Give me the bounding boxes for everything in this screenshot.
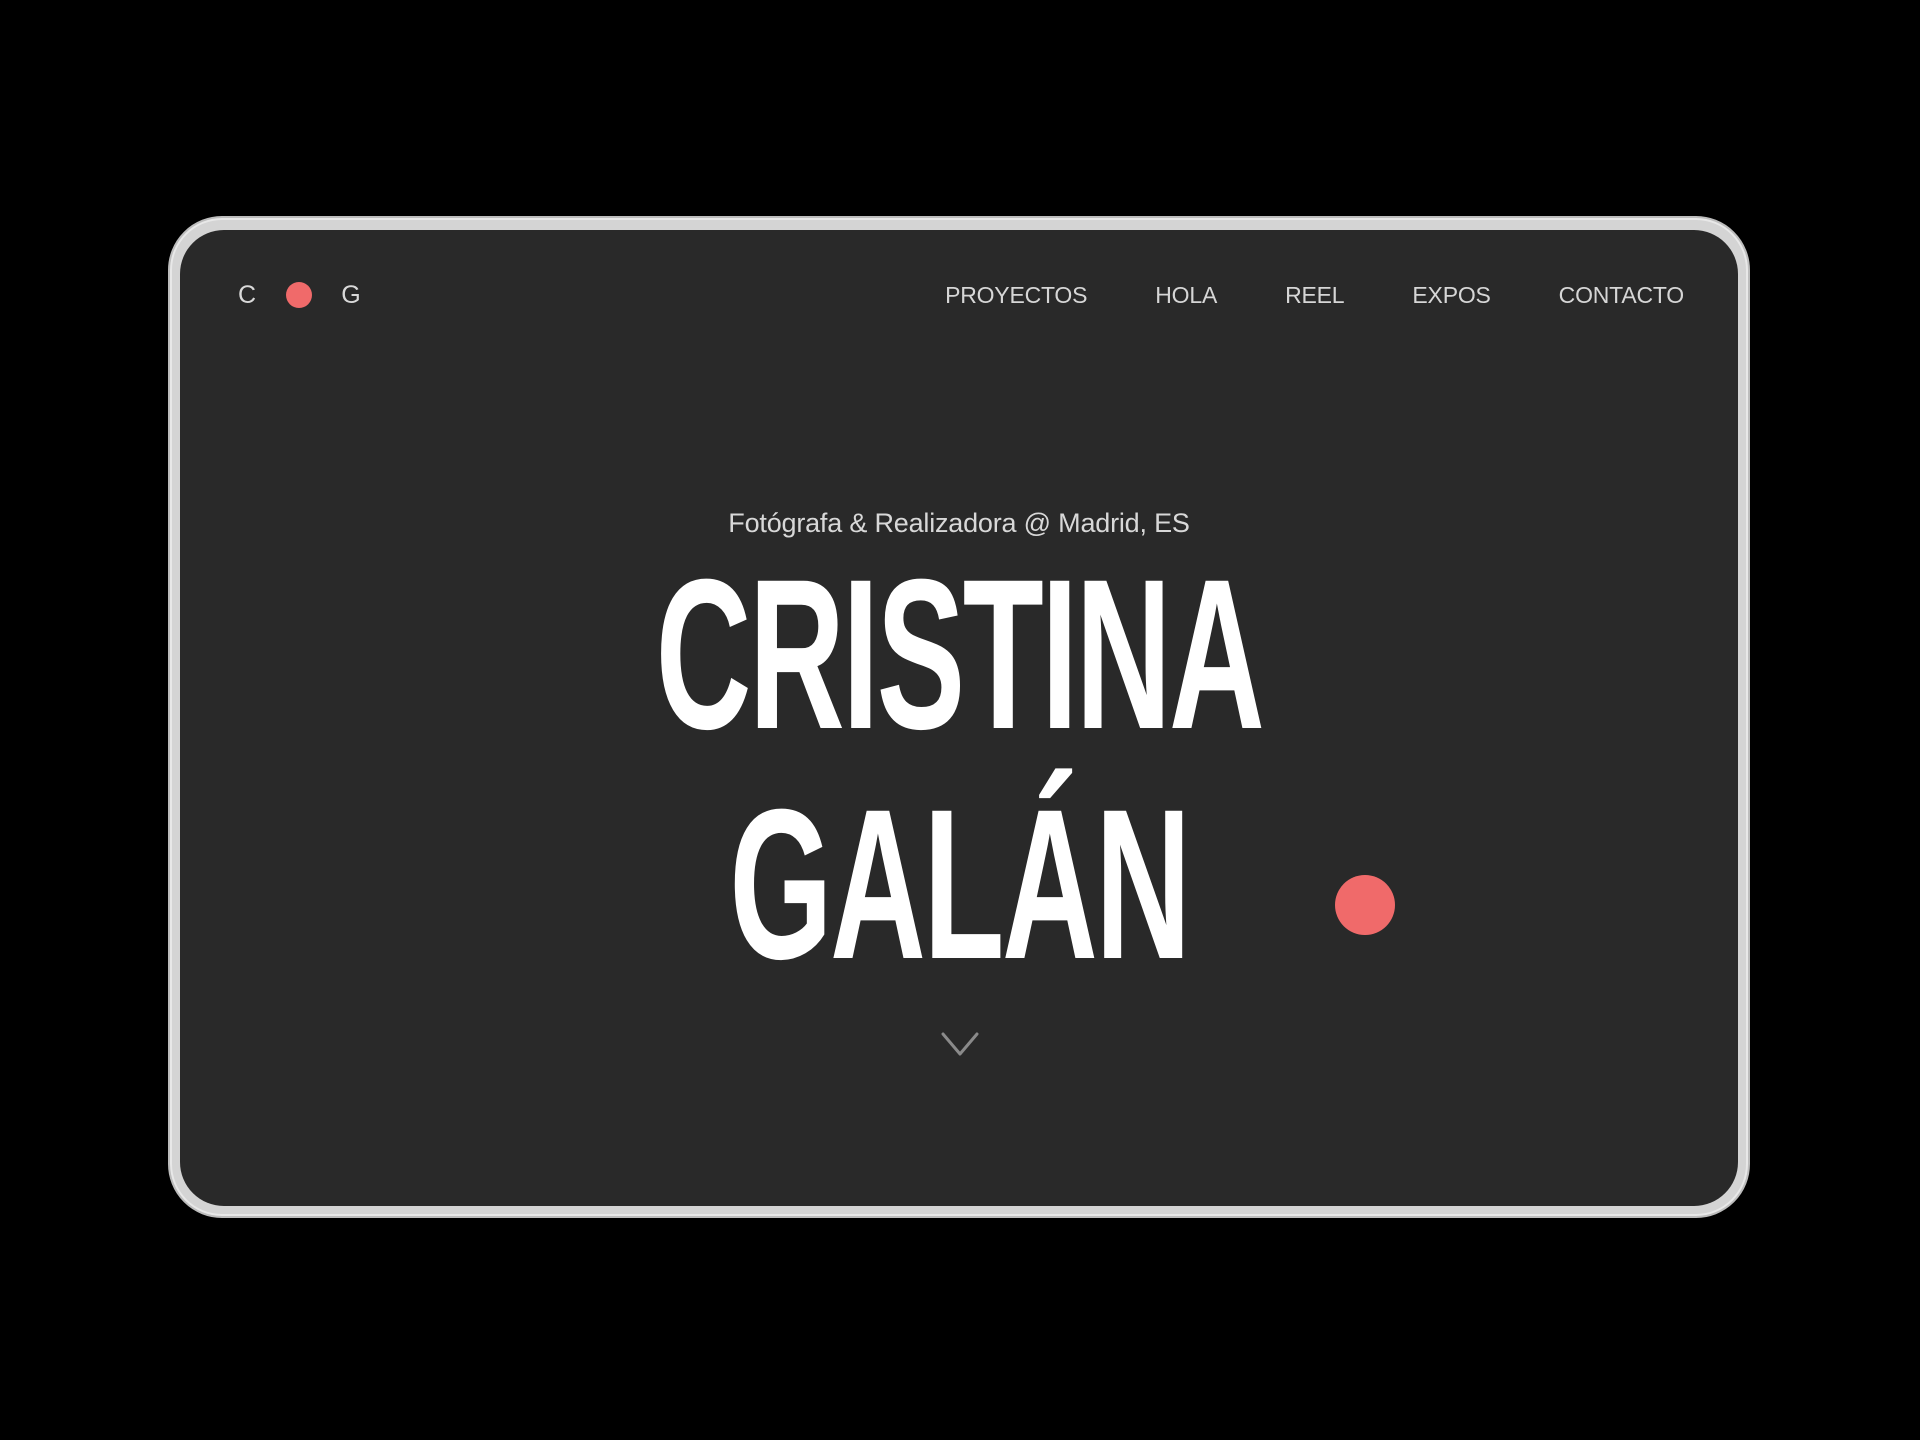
nav-item-expos[interactable]: EXPOS [1412,282,1490,309]
logo-letter-g: G [341,280,361,309]
nav-item-contacto[interactable]: CONTACTO [1559,282,1685,309]
hero-name-last: GALÁN [729,765,1191,1004]
chevron-down-icon[interactable] [940,1030,980,1058]
device-frame: C G PROYECTOS HOLA REEL EXPOS CONTACTO F… [168,216,1750,1218]
nav-item-hola[interactable]: HOLA [1155,282,1217,309]
page-background: C G PROYECTOS HOLA REEL EXPOS CONTACTO F… [0,0,1920,1440]
nav-item-reel[interactable]: REEL [1285,282,1344,309]
logo-letter-c: C [237,280,257,309]
hero-name-first: CRISTINA [655,535,1265,774]
accent-dot-icon [1335,875,1395,935]
main-navigation: PROYECTOS HOLA REEL EXPOS CONTACTO [945,278,1684,312]
site-logo[interactable]: C G [236,278,362,312]
nav-item-proyectos[interactable]: PROYECTOS [945,282,1087,309]
logo-dot-icon [286,282,312,308]
website-screen: C G PROYECTOS HOLA REEL EXPOS CONTACTO F… [180,230,1738,1206]
